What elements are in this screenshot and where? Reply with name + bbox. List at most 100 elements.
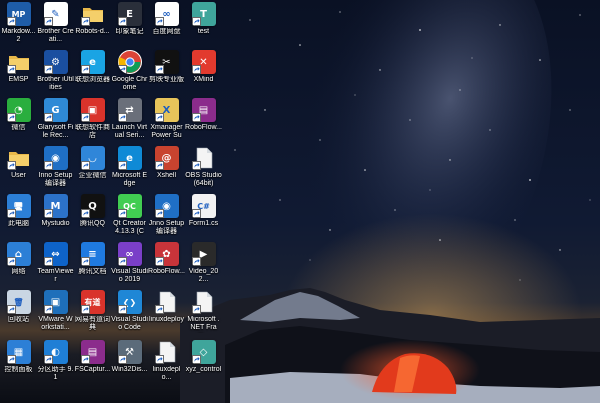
shortcut-arrow-icon	[6, 17, 16, 26]
desktop-icon[interactable]: ◐ 分区助手 9.1	[37, 340, 74, 388]
desktop-icon[interactable]: linuxdeplo...	[148, 340, 185, 388]
desktop-icon[interactable]: ⚒ Win32Dis...	[111, 340, 148, 388]
desktop-icon[interactable]: EMSP	[0, 50, 37, 98]
desktop-icon[interactable]: ⇄ Launch Virtual Seri...	[111, 98, 148, 146]
desktop-icon[interactable]: e Microsoft Edge	[111, 146, 148, 194]
desktop-icon[interactable]: ∞ Visual Studio 2019	[111, 242, 148, 290]
shortcut-arrow-icon	[43, 209, 53, 218]
desktop-icon[interactable]: ✎ Brother Creati...	[37, 2, 74, 50]
desktop-icon[interactable]: ◉ Jnno Setup 编译器	[148, 194, 185, 242]
desktop-icon-label: linuxdeplo...	[152, 366, 181, 381]
desktop-icon[interactable]: OBS Studio (64bit)	[185, 146, 222, 194]
desktop-icon[interactable]: ▶ Video_202...	[185, 242, 222, 290]
desktop-icon[interactable]: ◔ 微信	[0, 98, 37, 146]
shortcut-arrow-icon	[43, 257, 53, 266]
desktop-icon[interactable]: ≡ 腾讯文档	[74, 242, 111, 290]
shortcut-arrow-icon	[117, 355, 127, 364]
desktop-icon-label: Visual Studio Code	[111, 316, 148, 331]
desktop-icon-label: 网易有道词典	[75, 316, 110, 331]
lenovo-store-icon: ▣	[80, 98, 105, 122]
desktop-icon-label: Jnno Setup 编译器	[148, 220, 185, 235]
xshell-icon: @	[154, 146, 179, 170]
desktop-icon-label: Win32Dis...	[111, 366, 148, 373]
desktop-icon[interactable]: Robots-d...	[74, 2, 111, 50]
this-pc-icon: 🖥	[6, 194, 31, 218]
desktop-icon[interactable]: 有道 网易有道词典	[74, 290, 111, 338]
desktop-icon-label: Microsoft .NET Fram...	[187, 316, 220, 333]
teamviewer-icon: ⇔	[43, 242, 68, 266]
desktop-icon-label: RoboFlow...	[185, 124, 222, 131]
vmware-icon: ▣	[43, 290, 68, 314]
desktop-icon[interactable]: Google Chrome	[111, 50, 148, 98]
desktop-icon-label: Mystudio	[41, 220, 70, 227]
chrome-icon	[117, 50, 142, 74]
desktop-icon[interactable]: QC Qt Creator 4.13.3 (Co...	[111, 194, 148, 242]
shortcut-arrow-icon	[191, 161, 201, 170]
desktop-icon[interactable]: ▣ VMware Workstati...	[37, 290, 74, 338]
shortcut-arrow-icon	[43, 113, 53, 122]
desktop-icon[interactable]: G Glarysoft File Rec...	[37, 98, 74, 146]
desktop-icon-label: EMSP	[8, 76, 29, 83]
desktop-icon[interactable]: 🖥 此电脑	[0, 194, 37, 242]
shortcut-arrow-icon	[191, 209, 201, 218]
shortcut-arrow-icon	[154, 161, 164, 170]
test-app-icon: T	[191, 2, 216, 26]
desktop-icon[interactable]: C# Form1.cs	[185, 194, 222, 242]
desktop-icon[interactable]: ✿ RoboFlow...	[148, 242, 185, 290]
desktop-icon[interactable]: X Xmanager Power Sui...	[148, 98, 185, 146]
shortcut-arrow-icon	[80, 257, 90, 266]
shortcut-arrow-icon	[154, 113, 164, 122]
desktop-icon-label: Video_202...	[188, 268, 219, 283]
desktop-icon[interactable]: Ttest	[185, 2, 222, 50]
desktop-icon-label: Google Chrome	[111, 76, 148, 91]
shortcut-arrow-icon	[6, 305, 16, 314]
desktop-icon-label: 微信	[11, 124, 26, 131]
desktop-icon[interactable]: ◇ xyz_control	[185, 340, 222, 388]
desktop-icon[interactable]: ▤ RoboFlow...	[185, 98, 222, 146]
desktop-icon[interactable]: linuxdeploy	[148, 290, 185, 338]
shortcut-arrow-icon	[6, 161, 16, 170]
wecom-icon: ◡	[80, 146, 105, 170]
desktop[interactable]: MP Markdow... 2 ✎ Brother Creati... Robots-d…	[0, 0, 600, 403]
desktop-icon[interactable]: ✕ XMind	[185, 50, 222, 98]
desktop-icon[interactable]: ⌂ 网络	[0, 242, 37, 290]
desktop-icon[interactable]: ◡ 企业微信	[74, 146, 111, 194]
desktop-icon-label: TeamViewer	[37, 268, 74, 283]
desktop-icon-label: 剪映专业版	[149, 76, 184, 83]
desktop-icon[interactable]: ∞ 百度网盘	[148, 2, 185, 50]
desktop-icon[interactable]: 🗑 回收站	[0, 290, 37, 338]
desktop-icon[interactable]: ▦ 控制面板	[0, 340, 37, 388]
shortcut-arrow-icon	[6, 113, 16, 122]
desktop-icon-label: Form1.cs	[188, 220, 219, 227]
shortcut-arrow-icon	[80, 113, 90, 122]
desktop-icon[interactable]: e 联想浏览器	[74, 50, 111, 98]
win32disk-icon: ⚒	[117, 340, 142, 364]
desktop-icon[interactable]: M Mystudio	[37, 194, 74, 242]
desktop-icon-label: 印象笔记	[115, 28, 144, 35]
desktop-icon[interactable]: ✂ 剪映专业版	[148, 50, 185, 98]
mystudio-icon: M	[43, 194, 68, 218]
desktop-icon[interactable]: ⚙ Brother iUtilities	[37, 50, 74, 98]
desktop-icon[interactable]: User	[0, 146, 37, 194]
folder-icon	[6, 50, 31, 74]
desktop-icon[interactable]: ◉ Inno Setup 编译器	[37, 146, 74, 194]
desktop-icon[interactable]: ⇔ TeamViewer	[37, 242, 74, 290]
desktop-icon[interactable]: ▣ 联想软件商店	[74, 98, 111, 146]
desktop-icon-label: RoboFlow...	[148, 268, 185, 275]
shortcut-arrow-icon	[80, 355, 90, 364]
shortcut-arrow-icon	[191, 305, 201, 314]
desktop-icon[interactable]: Microsoft .NET Fram...	[185, 290, 222, 338]
desktop-icon[interactable]: ❮❯ Visual Studio Code	[111, 290, 148, 338]
desktop-icon[interactable]: @ Xshell	[148, 146, 185, 194]
desktop-icon-label: 网络	[11, 268, 26, 275]
desktop-icon[interactable]: MP Markdow... 2	[0, 2, 37, 50]
youdao-icon: 有道	[80, 290, 105, 314]
xyz-control-icon: ◇	[191, 340, 216, 364]
desktop-icon-label: 回收站	[8, 316, 29, 323]
desktop-icon[interactable]: Q 腾讯QQ	[74, 194, 111, 242]
network-icon: ⌂	[6, 242, 31, 266]
desktop-icon-label: 百度网盘	[152, 28, 181, 35]
xmanager-icon: X	[154, 98, 179, 122]
desktop-icon[interactable]: E 印象笔记	[111, 2, 148, 50]
desktop-icon[interactable]: ▤ FSCaptur...	[74, 340, 111, 388]
